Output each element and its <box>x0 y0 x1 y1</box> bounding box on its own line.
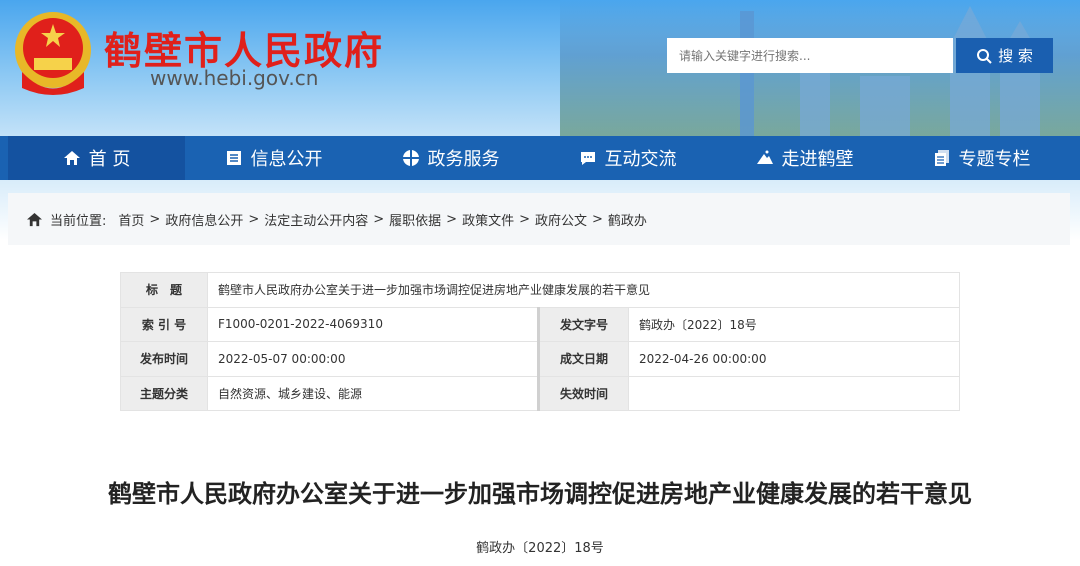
expire-label: 失效时间 <box>537 375 629 411</box>
breadcrumb-separator: > <box>248 211 260 227</box>
breadcrumb-item[interactable]: 政策文件 <box>462 210 514 229</box>
expire-value <box>628 375 960 411</box>
skyline-building <box>740 11 754 136</box>
document-icon <box>226 151 241 165</box>
mountain-icon <box>756 150 773 164</box>
service-icon <box>402 150 419 166</box>
nav-label: 首 页 <box>88 149 131 170</box>
nav-special-topics[interactable]: 专题专栏 <box>893 136 1070 180</box>
files-icon <box>934 150 949 166</box>
breadcrumb: 当前位置: 首页 > 政府信息公开 > 法定主动公开内容 > 履职依据 > 政策文件 > … <box>8 193 1070 245</box>
breadcrumb-separator: > <box>519 211 530 227</box>
breadcrumb-item[interactable]: 首页 <box>118 210 144 229</box>
breadcrumb-item[interactable]: 政府信息公开 <box>165 210 243 229</box>
docno-label: 发文字号 <box>537 306 629 342</box>
nav-label: 走进鹤壁 <box>781 149 854 170</box>
index-value: F1000-0201-2022-4069310 <box>207 306 539 342</box>
nav-home[interactable]: 首 页 <box>8 136 185 180</box>
made-value: 2022-04-26 00:00:00 <box>628 341 960 377</box>
nav-gov-service[interactable]: 政务服务 <box>362 136 539 180</box>
skyline-building <box>860 76 910 136</box>
pub-label: 发布时间 <box>120 341 208 377</box>
document-title: 鹤壁市人民政府办公室关于进一步加强市场调控促进房地产业健康发展的若干意见 <box>108 479 972 508</box>
table-row: 标 题 鹤壁市人民政府办公室关于进一步加强市场调控促进房地产业健康发展的若干意见 <box>120 272 960 308</box>
topic-label: 主题分类 <box>120 375 208 411</box>
nav-label: 专题专栏 <box>958 149 1031 170</box>
breadcrumb-separator: > <box>446 211 458 227</box>
national-emblem-logo <box>15 12 91 95</box>
nav-about-hebi[interactable]: 走进鹤壁 <box>716 136 893 180</box>
table-row: 主题分类 自然资源、城乡建设、能源 失效时间 <box>120 375 960 411</box>
breadcrumb-separator: > <box>592 211 603 227</box>
search-input[interactable] <box>667 38 953 73</box>
search-label: 搜 索 <box>998 47 1033 65</box>
title-label: 标 题 <box>120 272 208 308</box>
home-icon <box>63 151 80 165</box>
nav-label: 互动交流 <box>604 149 677 170</box>
breadcrumb-item[interactable]: 政府公文 <box>535 210 587 229</box>
document-meta-table: 标 题 鹤壁市人民政府办公室关于进一步加强市场调控促进房地产业健康发展的若干意见… <box>120 272 960 411</box>
breadcrumb-item[interactable]: 法定主动公开内容 <box>264 210 368 229</box>
site-url: www.hebi.gov.cn <box>150 66 319 90</box>
home-icon <box>27 212 42 226</box>
document-number: 鹤政办〔2022〕18号 <box>476 541 604 556</box>
made-label: 成文日期 <box>537 341 629 377</box>
nav-label: 信息公开 <box>250 149 323 170</box>
search-icon <box>977 48 992 64</box>
chat-icon <box>580 152 595 165</box>
breadcrumb-item[interactable]: 履职依据 <box>389 210 441 229</box>
nav-interaction[interactable]: 互动交流 <box>539 136 716 180</box>
breadcrumb-separator: > <box>149 211 161 227</box>
search-button[interactable]: 搜 索 <box>956 38 1053 73</box>
nav-info-disclosure[interactable]: 信息公开 <box>185 136 362 180</box>
header-banner: 鹤壁市人民政府 www.hebi.gov.cn 搜 索 <box>0 0 1080 136</box>
main-nav: 首 页 信息公开 政务服务 互动交流 走进鹤壁 专题专栏 <box>0 136 1080 180</box>
breadcrumb-separator: > <box>373 211 385 227</box>
docno-value: 鹤政办〔2022〕18号 <box>628 306 960 342</box>
pub-value: 2022-05-07 00:00:00 <box>207 341 539 377</box>
topic-value: 自然资源、城乡建设、能源 <box>207 375 539 411</box>
title-value: 鹤壁市人民政府办公室关于进一步加强市场调控促进房地产业健康发展的若干意见 <box>207 272 960 308</box>
index-label: 索 引 号 <box>120 306 208 342</box>
table-row: 发布时间 2022-05-07 00:00:00 成文日期 2022-04-26… <box>120 341 960 377</box>
table-row: 索 引 号 F1000-0201-2022-4069310 发文字号 鹤政办〔2… <box>120 306 960 342</box>
breadcrumb-prefix: 当前位置: <box>50 213 107 229</box>
breadcrumb-item[interactable]: 鹤政办 <box>608 210 647 229</box>
nav-label: 政务服务 <box>427 149 500 170</box>
